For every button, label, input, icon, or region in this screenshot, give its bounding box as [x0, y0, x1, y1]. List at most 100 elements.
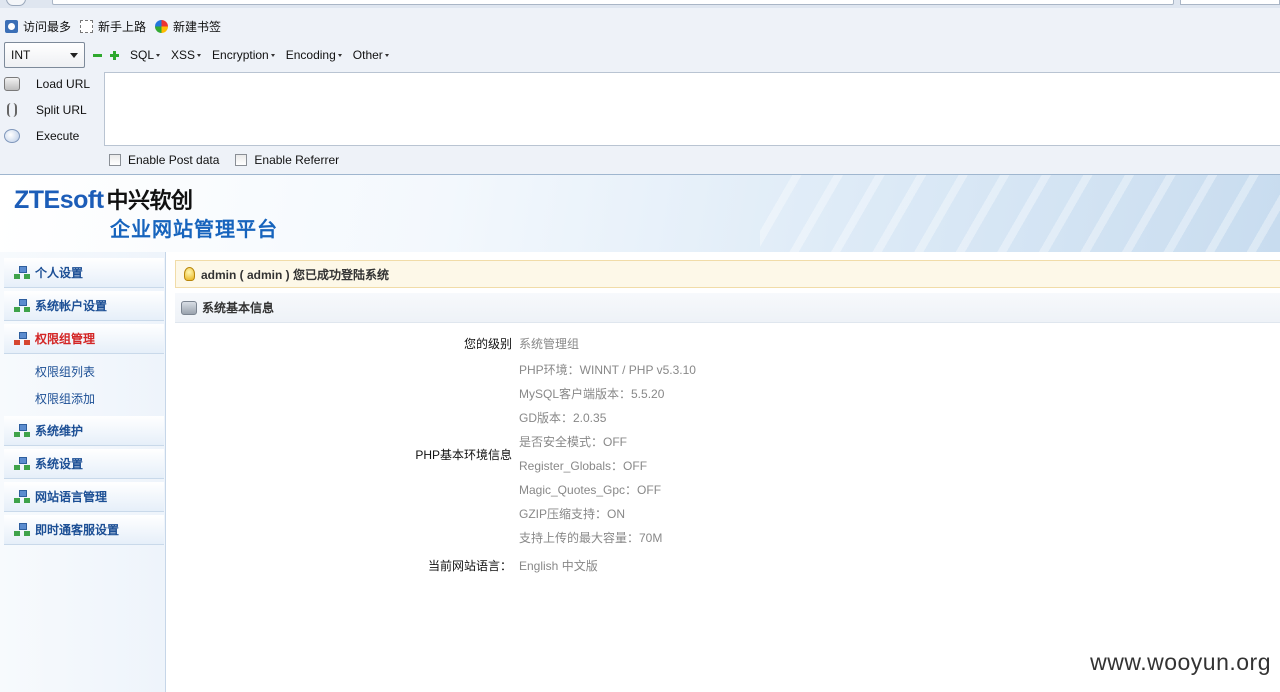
sidebar-item-maintenance[interactable]: 系统维护	[4, 416, 164, 446]
language-label: 当前网站语言：	[427, 559, 512, 573]
enable-post-checkbox[interactable]: Enable Post data	[109, 153, 219, 167]
load-url-button[interactable]: Load URL	[0, 72, 104, 96]
split-url-icon	[7, 103, 17, 117]
sidebar-item-label: 网站语言管理	[35, 490, 108, 504]
sidebar-item-label: 即时通客服设置	[35, 523, 120, 537]
language-value: English 中文版	[519, 559, 598, 573]
hackbar-select-value: INT	[11, 48, 31, 62]
gzip-value: GZIP压缩支持：ON	[519, 507, 626, 521]
execute-label: Execute	[36, 129, 80, 143]
bookmark-label: 访问最多	[23, 19, 72, 34]
new-bookmark-icon	[155, 19, 169, 33]
alert-text: admin ( admin ) 您已成功登陆系统	[201, 267, 390, 282]
menu-encryption[interactable]: Encryption	[212, 48, 275, 62]
logo-chinese: 中兴软创	[106, 188, 194, 213]
sidebar-item-label: 系统帐户设置	[35, 299, 108, 313]
address-bar-area	[0, 0, 1280, 8]
magic-quotes-value: Magic_Quotes_Gpc：OFF	[519, 483, 662, 497]
bookmark-getting-started[interactable]: 新手上路	[80, 18, 146, 35]
level-value: 系统管理组	[519, 337, 580, 351]
hackbar-options: Enable Post data Enable Referrer	[109, 152, 355, 168]
register-globals-value: Register_Globals：OFF	[519, 459, 648, 473]
watermark: www.wooyun.org	[1090, 649, 1271, 675]
sidebar-item-language[interactable]: 网站语言管理	[4, 482, 164, 512]
org-chart-icon	[14, 265, 30, 280]
dropdown-arrow-icon	[156, 53, 161, 57]
dropdown-arrow-icon	[197, 53, 202, 57]
logo-latin: ZTEsoft	[14, 186, 104, 214]
web-page: ZTEsoft 中兴软创 企业网站管理平台 个人设置 系统帐户设置 权限组管理 权…	[0, 174, 1280, 692]
org-chart-icon	[14, 298, 30, 313]
bookmark-new[interactable]: 新建书签	[155, 18, 221, 35]
most-visited-icon	[5, 19, 18, 33]
mysql-version-value: MySQL客户端版本：5.5.20	[519, 387, 665, 401]
sidebar-item-personal-settings[interactable]: 个人设置	[4, 258, 164, 288]
menu-encoding[interactable]: Encoding	[286, 48, 342, 62]
split-url-button[interactable]: Split URL	[0, 98, 104, 122]
gd-version-value: GD版本：2.0.35	[519, 411, 607, 425]
menu-sql[interactable]: SQL	[130, 48, 161, 62]
lightbulb-icon	[184, 267, 195, 281]
sidebar-subitem-group-add[interactable]: 权限组添加	[35, 390, 95, 407]
section-header: 系统基本信息	[175, 293, 1280, 323]
sidebar-subitem-group-list[interactable]: 权限组列表	[35, 363, 95, 380]
section-title: 系统基本信息	[202, 301, 275, 315]
newbie-icon	[80, 19, 94, 33]
server-icon	[181, 300, 197, 315]
sidebar-item-account-settings[interactable]: 系统帐户设置	[4, 291, 164, 321]
org-chart-icon	[14, 489, 30, 504]
hackbar-url-textarea[interactable]	[104, 72, 1280, 146]
checkbox-box[interactable]	[109, 154, 121, 166]
enable-referrer-checkbox[interactable]: Enable Referrer	[235, 153, 339, 167]
dropdown-arrow-icon	[384, 53, 389, 57]
sidebar-item-system-settings[interactable]: 系统设置	[4, 449, 164, 479]
play-icon	[4, 129, 20, 143]
menu-other-label: Other	[352, 48, 383, 62]
menu-encryption-label: Encryption	[212, 48, 269, 62]
hackbar-actions: Load URL Split URL Execute	[0, 72, 104, 148]
decrease-icon[interactable]	[93, 51, 102, 60]
dropdown-arrow-icon	[337, 53, 342, 57]
sidebar-item-label: 个人设置	[35, 266, 84, 280]
org-chart-icon	[14, 423, 30, 438]
platform-title: 企业网站管理平台	[110, 219, 278, 241]
menu-sql-label: SQL	[130, 48, 155, 62]
checkbox-box[interactable]	[235, 154, 248, 166]
org-chart-icon	[14, 522, 30, 537]
load-url-icon	[4, 77, 20, 91]
bookmark-label: 新手上路	[98, 19, 147, 34]
org-chart-icon	[14, 331, 30, 346]
browser-chrome: 访问最多 新手上路 新建书签 INT SQL XSS Encryption En…	[0, 0, 1280, 174]
sidebar-item-label: 权限组管理	[35, 332, 96, 346]
sidebar-item-im-service[interactable]: 即时通客服设置	[4, 515, 164, 545]
back-button[interactable]	[6, 0, 26, 6]
org-chart-icon	[14, 456, 30, 471]
chevron-down-icon	[70, 52, 78, 58]
bookmark-most-visited[interactable]: 访问最多	[5, 18, 71, 35]
increase-icon[interactable]	[110, 50, 119, 60]
menu-xss-label: XSS	[171, 48, 196, 62]
max-upload-value: 支持上传的最大容量：70M	[519, 531, 663, 545]
menu-other[interactable]: Other	[353, 48, 389, 62]
load-url-label: Load URL	[36, 77, 91, 91]
split-url-label: Split URL	[36, 103, 87, 117]
php-env-label: PHP基本环境信息	[415, 448, 512, 462]
menu-xss[interactable]: XSS	[171, 48, 202, 62]
search-bar[interactable]	[1180, 0, 1280, 5]
enable-post-label: Enable Post data	[128, 153, 220, 167]
login-success-alert: admin ( admin ) 您已成功登陆系统	[175, 260, 1280, 288]
sidebar-item-label: 系统维护	[35, 424, 84, 438]
execute-button[interactable]: Execute	[0, 124, 104, 148]
safe-mode-value: 是否安全模式：OFF	[519, 435, 627, 449]
sidebar-item-permission-groups[interactable]: 权限组管理	[4, 324, 164, 354]
hackbar-toolbar: INT SQL XSS Encryption Encoding Other	[0, 41, 1280, 69]
php-env-value: PHP环境：WINNT / PHP v5.3.10	[519, 363, 696, 377]
header-decoration	[760, 175, 1280, 253]
address-bar[interactable]	[52, 0, 1174, 5]
sidebar-item-label: 系统设置	[35, 457, 84, 471]
main-content: admin ( admin ) 您已成功登陆系统 系统基本信息 您的级别 系统管…	[175, 260, 1280, 692]
enable-referrer-label: Enable Referrer	[254, 153, 340, 167]
site-header: ZTEsoft 中兴软创 企业网站管理平台	[0, 174, 1280, 253]
menu-encoding-label: Encoding	[285, 48, 336, 62]
hackbar-type-select[interactable]: INT	[4, 42, 85, 68]
